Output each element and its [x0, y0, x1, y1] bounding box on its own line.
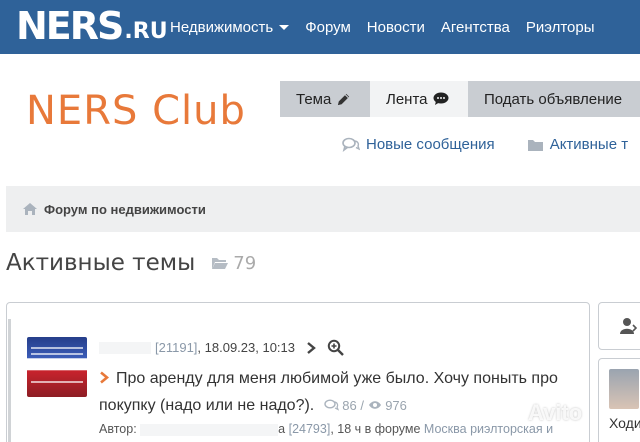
redacted-author: [140, 423, 279, 436]
new-messages-link[interactable]: Новые сообщения: [342, 136, 495, 153]
nav-item-forum[interactable]: Форум: [305, 19, 351, 36]
user-id[interactable]: [21191]: [155, 340, 197, 355]
logo-text: NERS: [16, 4, 124, 48]
nav-item-realty[interactable]: Недвижимость: [170, 18, 290, 36]
top-navbar: NERS .RU Недвижимость Форум Новости Аген…: [0, 0, 640, 54]
eye-icon: [368, 401, 381, 409]
right-panel-user: Ходи: [598, 358, 640, 442]
site-logo[interactable]: NERS .RU: [16, 6, 168, 46]
right-panel-header: [598, 302, 640, 350]
nav-item-news[interactable]: Новости: [367, 19, 425, 36]
post-date: , 18.09.23, 10:13: [197, 340, 296, 355]
folder-icon: [527, 139, 543, 151]
tab-label: Подать объявление: [484, 90, 623, 108]
new-messages-label: Новые сообщения: [366, 136, 495, 153]
thread-stats: 86 / 976: [324, 398, 407, 413]
tab-new-topic[interactable]: Тема: [280, 81, 370, 117]
nav-item-label: Недвижимость: [170, 18, 274, 36]
chevron-right-icon[interactable]: [305, 341, 317, 355]
author-label: Автор:: [99, 422, 137, 436]
chat-bubble-icon: [433, 92, 449, 105]
user-icon: [620, 318, 638, 334]
watermark: Avito: [528, 400, 583, 425]
pencil-icon: [338, 93, 350, 105]
sub-links: Новые сообщения Активные т: [342, 136, 640, 153]
author-line: Автор: а [24793], 18 ч в форуме Москва р…: [99, 419, 579, 442]
thread-meta: [21191] , 18.09.23, 10:13: [99, 339, 344, 356]
thread-item[interactable]: [21191] , 18.09.23, 10:13 Про аренду для…: [8, 319, 584, 442]
chevron-right-icon: [100, 371, 110, 384]
avatar[interactable]: [27, 337, 87, 397]
thread-card: [21191] , 18.09.23, 10:13 Про аренду для…: [6, 302, 590, 442]
page-title-text: Активные темы: [6, 250, 196, 276]
forum-tabs: Тема Лента Подать объявление: [280, 81, 640, 117]
nav-item-label: Новости: [366, 18, 425, 36]
home-icon: [23, 203, 37, 215]
views-count: 976: [385, 398, 407, 413]
topic-count-value: 79: [233, 252, 257, 274]
active-topics-link[interactable]: Активные т: [527, 136, 628, 153]
folder-open-icon: [212, 258, 229, 269]
thread-title: Про аренду для меня любимой уже было. Хо…: [99, 365, 569, 419]
right-panel-text: Ходи: [609, 415, 640, 431]
topic-count: 79: [211, 253, 256, 274]
nav-item-label: Агентства: [440, 18, 510, 36]
nav-item-label: Риэлторы: [525, 18, 595, 36]
active-topics-label: Активные т: [549, 136, 629, 153]
avatar[interactable]: [609, 369, 639, 409]
logo-suffix: .RU: [124, 18, 168, 44]
page-title: Активные темы 79: [6, 250, 256, 276]
nav-item-agencies[interactable]: Агентства: [441, 19, 510, 36]
replies-count: 86: [342, 398, 357, 413]
redacted-username: [99, 341, 151, 354]
tab-label: Лента: [386, 90, 428, 108]
nav-item-label: Форум: [305, 18, 351, 36]
zoom-in-icon[interactable]: [327, 339, 344, 356]
post-ad-button[interactable]: Подать объявление: [468, 81, 640, 117]
breadcrumb: Форум по недвижимости: [6, 186, 640, 232]
club-title[interactable]: NERS Club: [26, 88, 246, 134]
tab-label: Тема: [296, 90, 332, 108]
author-name-suffix: а: [278, 422, 286, 436]
breadcrumb-forum-link[interactable]: Форум по недвижимости: [44, 202, 206, 217]
author-id[interactable]: [24793]: [289, 422, 331, 436]
tab-feed[interactable]: Лента: [370, 81, 468, 117]
last-activity: , 18 ч в форуме: [330, 422, 421, 436]
comments-icon: [324, 399, 340, 411]
chat-icon: [342, 137, 360, 152]
chevron-down-icon: [279, 24, 290, 30]
main-menu: Недвижимость Форум Новости Агентства Риэ…: [170, 0, 611, 54]
nav-item-realtors[interactable]: Риэлторы: [526, 19, 595, 36]
